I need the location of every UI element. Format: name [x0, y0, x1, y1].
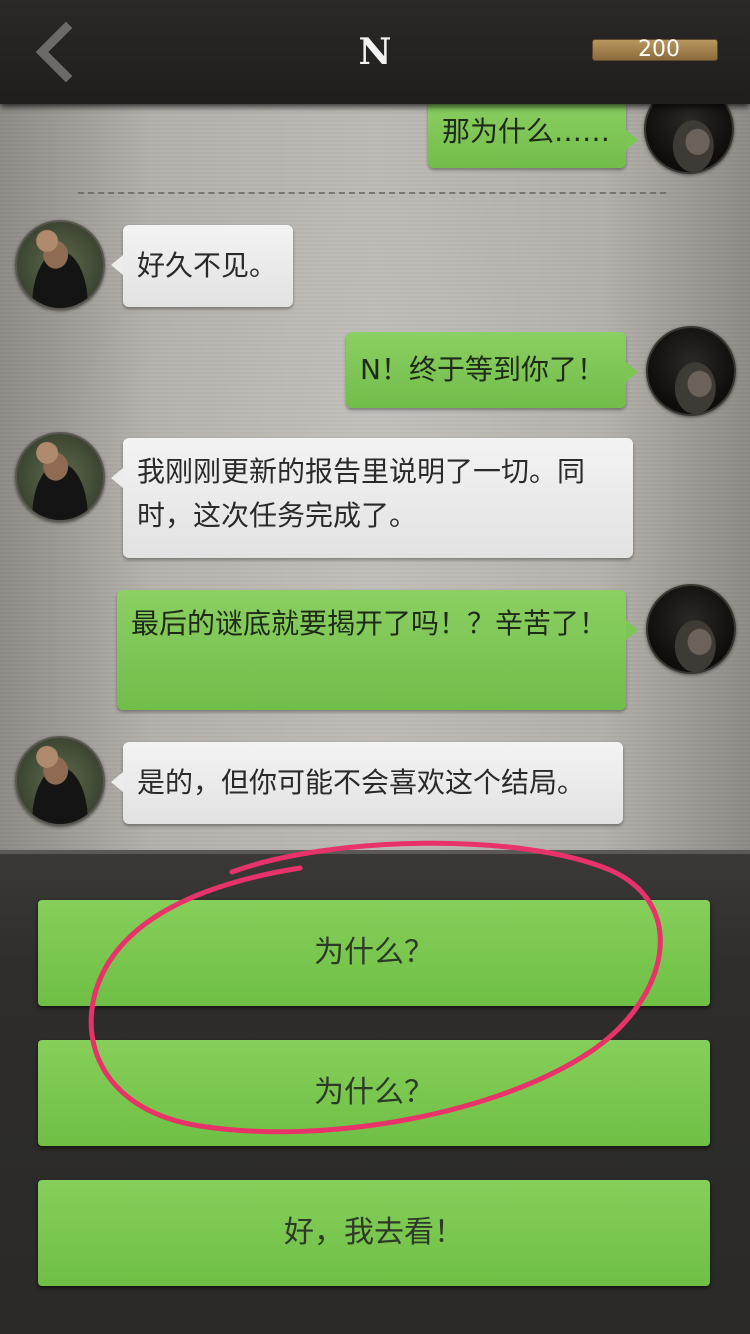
message-text: 最后的谜底就要揭开了吗！？辛苦了！: [131, 607, 608, 640]
contact-avatar[interactable]: [15, 432, 105, 522]
history-divider: [78, 192, 666, 195]
player-avatar: [646, 326, 736, 416]
message-bubble-received: 好久不见。: [111, 225, 293, 307]
chat-area[interactable]: 那为什么…… 好久不见。 N！终于等到你了！ 我刚刚更新的报告里说明了一切。同时…: [0, 104, 750, 850]
message-bubble-received: 是的，但你可能不会喜欢这个结局。: [111, 742, 623, 824]
contact-avatar[interactable]: [15, 736, 105, 826]
player-avatar: [644, 104, 734, 174]
player-avatar: [646, 584, 736, 674]
message-bubble-sent: 最后的谜底就要揭开了吗！？辛苦了！: [117, 590, 638, 710]
message-bubble-sent: N！终于等到你了！: [346, 332, 638, 408]
top-bar: N 200: [0, 0, 750, 104]
coin-balance-badge: 200: [592, 39, 718, 61]
reply-choice-button[interactable]: 为什么？: [38, 1040, 710, 1146]
message-bubble-received: 我刚刚更新的报告里说明了一切。同时，这次任务完成了。: [111, 438, 633, 558]
contact-avatar[interactable]: [15, 220, 105, 310]
message-text: N！终于等到你了！: [360, 353, 605, 386]
reply-choice-button[interactable]: 为什么？: [38, 900, 710, 1006]
message-text: 那为什么……: [442, 115, 611, 148]
reply-choice-button[interactable]: 好，我去看！: [38, 1180, 710, 1286]
message-text: 是的，但你可能不会喜欢这个结局。: [137, 766, 586, 799]
message-text: 我刚刚更新的报告里说明了一切。同时，这次任务完成了。: [137, 455, 586, 532]
message-text: 好久不见。: [137, 249, 278, 282]
reply-choices-panel: 为什么？ 为什么？ 好，我去看！: [0, 850, 750, 1334]
message-bubble-sent: 那为什么……: [428, 104, 638, 168]
